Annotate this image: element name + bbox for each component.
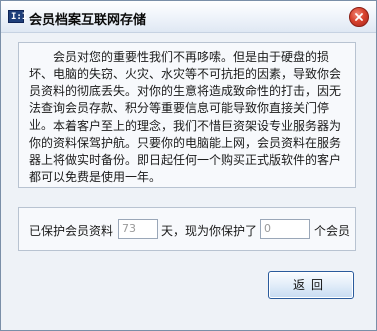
app-logo-icon: I:I [8,10,28,23]
close-icon [355,13,363,21]
dialog-window: I:I 会员档案互联网存储 会员对您的重要性我们不再哆嗦。但是由于硬盘的损坏、电… [0,0,377,331]
protected-days-label: 已保护会员资料 [29,224,114,238]
info-paragraph-service: 本着客户至上的理念，我们不惜巨资架设专业服务器为你的资料保驾护航。只要你的电脑能… [29,119,342,184]
close-button[interactable] [349,7,369,27]
protected-days-field[interactable]: 73 [118,219,158,239]
app-logo-text: I:I [11,12,28,22]
protected-members-label: 天，现为你保护了 [161,224,258,238]
title-bar[interactable]: I:I 会员档案互联网存储 [1,1,376,33]
protection-status-panel: 已保护会员资料 73 天，现为你保护了 0 个会员 [18,207,356,251]
members-unit-label: 个会员 [314,224,351,238]
protected-members-field[interactable]: 0 [260,219,310,239]
window-title: 会员档案互联网存储 [29,13,147,28]
back-button[interactable]: 返回 [268,271,354,299]
info-panel: 会员对您的重要性我们不再哆嗦。但是由于硬盘的损坏、电脑的失窃、火灾、水灾等不可抗… [18,42,356,188]
